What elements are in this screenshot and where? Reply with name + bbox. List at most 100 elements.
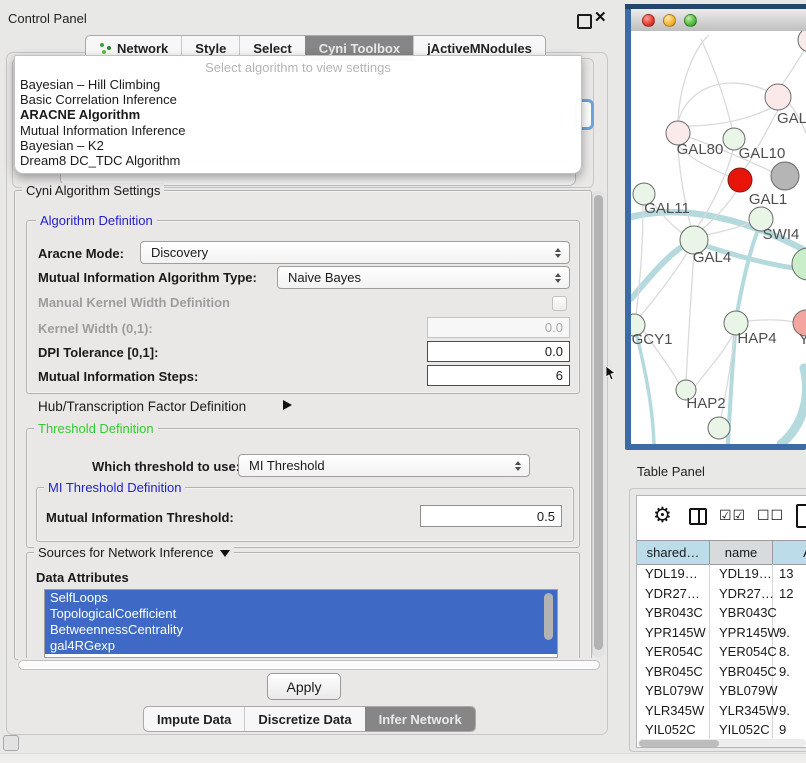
algorithm-option-bayesian-k2[interactable]: Bayesian – K2: [15, 138, 581, 153]
attribute-betweennesscentrality[interactable]: BetweennessCentrality: [45, 622, 557, 638]
collapse-arrow-icon[interactable]: [220, 550, 230, 557]
stepper-arrows-icon: [555, 248, 561, 258]
table-cell: 12: [773, 584, 806, 604]
table-cell: 9.: [773, 662, 806, 682]
node-label-y: Y: [799, 331, 806, 348]
algorithm-option-basic-correlation-inference[interactable]: Basic Correlation Inference: [15, 92, 581, 107]
table-cell: 13: [773, 564, 806, 584]
stepper-arrows-icon: [555, 273, 561, 283]
network-node-swi4[interactable]: [792, 248, 806, 280]
settings-vertical-scrollbar[interactable]: [592, 191, 605, 657]
algorithm-option-aracne-algorithm[interactable]: ARACNE Algorithm: [15, 107, 581, 122]
network-window-titlebar[interactable]: [631, 9, 806, 32]
table-cell: YBL079W: [710, 681, 773, 701]
table-horizontal-scrollbar-thumb[interactable]: [639, 740, 719, 747]
minimize-traffic-icon[interactable]: [663, 14, 676, 27]
table-cell: [773, 603, 806, 623]
hub-section-label[interactable]: Hub/Transcription Factor Definition: [38, 399, 246, 414]
column-header-a[interactable]: A: [773, 541, 806, 564]
node-label-gal11: GAL11: [644, 200, 690, 217]
algorithm-option-dream8-dc-tdc-algorithm[interactable]: Dream8 DC_TDC Algorithm: [15, 153, 581, 168]
algorithm-dropdown-popup: Select algorithm to view settings Bayesi…: [14, 55, 582, 174]
attribute-selfloops[interactable]: SelfLoops: [45, 590, 557, 606]
cyni-algorithm-settings-legend: Cyni Algorithm Settings: [22, 183, 164, 198]
table-row[interactable]: YBR045CYBR045C9.: [637, 662, 806, 682]
network-node[interactable]: [771, 162, 799, 190]
table-row[interactable]: YER054CYER054C8.: [637, 642, 806, 662]
table-cell: 9: [773, 720, 806, 740]
tab-discretize-data[interactable]: Discretize Data: [244, 707, 364, 731]
table-rows: YDL19…YDL19…13YDR27…YDR27…12YBR043CYBR04…: [637, 564, 806, 740]
apply-button[interactable]: Apply: [267, 673, 341, 700]
float-icon[interactable]: [577, 14, 592, 29]
manual-kernel-width-label: Manual Kernel Width Definition: [38, 295, 230, 310]
node-label-gal4: GAL4: [693, 249, 731, 266]
table-row[interactable]: YPR145WYPR145W9.: [637, 623, 806, 643]
node-label-gcy1: GCY1: [632, 331, 673, 348]
kernel-width-input: 0.0: [427, 317, 570, 338]
network-canvas[interactable]: GALGAL80GAL10GAL11GAL1GAL4SWI4GCY1HAP4YH…: [631, 31, 806, 444]
table-row[interactable]: YIL052CYIL052C9: [637, 720, 806, 740]
table-cell: YDR27…: [637, 584, 710, 604]
table-cell: [773, 681, 806, 701]
dpi-tolerance-input[interactable]: 0.0: [427, 341, 570, 362]
tab-network-label: Network: [117, 41, 168, 56]
table-horizontal-scrollbar[interactable]: [638, 739, 806, 747]
mi-algorithm-type-combobox[interactable]: Naive Bayes: [277, 266, 570, 289]
sources-legend[interactable]: Sources for Network Inference: [34, 545, 234, 560]
close-icon[interactable]: [594, 10, 607, 25]
mi-algorithm-type-label: Mutual Information Algorithm Type:: [38, 270, 257, 285]
network-node-gal[interactable]: [765, 84, 791, 110]
settings-vertical-scrollbar-thumb[interactable]: [594, 195, 603, 650]
table-panel: shared…nameA YDL19…YDL19…13YDR27…YDR27…1…: [629, 488, 806, 752]
tab-impute-data[interactable]: Impute Data: [144, 707, 244, 731]
network-icon: [99, 42, 112, 55]
table-cell: YER054C: [637, 642, 710, 662]
column-header-shared[interactable]: shared…: [637, 541, 710, 564]
tab-jactivemnodules-label: jActiveMNodules: [427, 41, 532, 56]
settings-horizontal-scrollbar[interactable]: [16, 658, 602, 671]
mi-steps-input[interactable]: 6: [427, 365, 570, 386]
table-row[interactable]: YDR27…YDR27…12: [637, 584, 806, 604]
column-view-icon[interactable]: [689, 508, 707, 525]
which-threshold-combobox[interactable]: MI Threshold: [238, 454, 530, 477]
table-cell: YLR345W: [710, 701, 773, 721]
aracne-mode-combobox[interactable]: Discovery: [140, 241, 570, 264]
algorithm-option-mutual-information-inference[interactable]: Mutual Information Inference: [15, 123, 581, 138]
mi-threshold-input[interactable]: 0.5: [420, 505, 562, 527]
data-attributes-list[interactable]: SelfLoopsTopologicalCoefficientBetweenne…: [44, 589, 558, 658]
gear-icon[interactable]: [653, 505, 672, 526]
attribute-gal4rgexp[interactable]: gal4RGexp: [45, 638, 557, 654]
table-row[interactable]: YBR043CYBR043C: [637, 603, 806, 623]
network-node[interactable]: [708, 417, 730, 439]
algorithm-option-bayesian-hill-climbing[interactable]: Bayesian – Hill Climbing: [15, 77, 581, 92]
which-threshold-label: Which threshold to use:: [92, 459, 240, 474]
column-header-name[interactable]: name: [710, 541, 773, 564]
deselect-all-icon[interactable]: [757, 507, 784, 524]
mi-threshold-definition-legend: MI Threshold Definition: [44, 480, 185, 495]
expand-arrow-icon[interactable]: [283, 400, 292, 410]
attributes-list-scrollbar[interactable]: [544, 593, 553, 640]
node-label-hap2: HAP2: [686, 395, 725, 412]
table-cell: 8.: [773, 642, 806, 662]
table-panel-body: shared…nameA YDL19…YDL19…13YDR27…YDR27…1…: [636, 495, 806, 748]
node-label-hap4: HAP4: [737, 330, 776, 347]
file-icon[interactable]: [796, 504, 806, 528]
table-row[interactable]: YBL079WYBL079W: [637, 681, 806, 701]
node-label-swi4: SWI4: [763, 226, 800, 243]
bottom-tab-bar: Impute Data Discretize DataInfer Network: [143, 706, 476, 732]
table-row[interactable]: YDL19…YDL19…13: [637, 564, 806, 584]
manual-kernel-width-checkbox[interactable]: [552, 296, 567, 311]
dock-panel-icon[interactable]: [3, 735, 19, 751]
tab-impute-data-label: Impute Data: [157, 712, 231, 727]
threshold-definition-legend: Threshold Definition: [34, 421, 158, 436]
close-traffic-icon[interactable]: [642, 14, 655, 27]
tab-infer-network[interactable]: Infer Network: [365, 707, 475, 731]
zoom-traffic-icon[interactable]: [684, 14, 697, 27]
settings-horizontal-scrollbar-thumb[interactable]: [18, 660, 600, 670]
network-node[interactable]: [728, 168, 752, 192]
table-row[interactable]: YLR345WYLR345W9.: [637, 701, 806, 721]
network-node[interactable]: [798, 31, 806, 52]
select-all-icon[interactable]: [719, 507, 746, 524]
attribute-topologicalcoefficient[interactable]: TopologicalCoefficient: [45, 606, 557, 622]
